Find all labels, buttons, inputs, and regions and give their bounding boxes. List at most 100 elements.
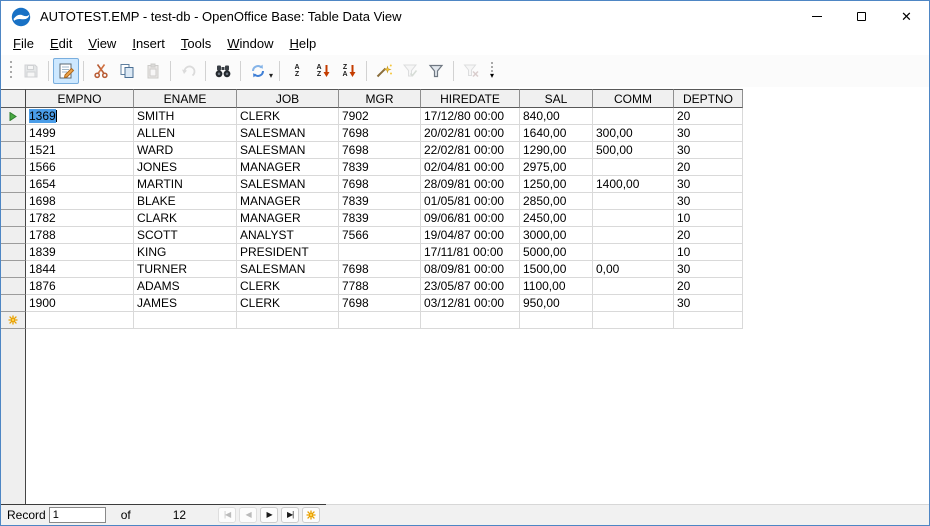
cell-hiredate[interactable]: 19/04/87 00:00 <box>421 227 520 244</box>
column-header-mgr[interactable]: MGR <box>339 89 421 108</box>
cell-deptno[interactable]: 10 <box>674 210 743 227</box>
cell-job[interactable]: PRESIDENT <box>237 244 339 261</box>
cell-mgr[interactable]: 7788 <box>339 278 421 295</box>
cell-comm[interactable]: 0,00 <box>593 261 674 278</box>
cell-sal[interactable]: 2850,00 <box>520 193 593 210</box>
cell-job[interactable]: MANAGER <box>237 193 339 210</box>
cell-sal[interactable]: 3000,00 <box>520 227 593 244</box>
cell-hiredate[interactable]: 20/02/81 00:00 <box>421 125 520 142</box>
cell-mgr[interactable]: 7566 <box>339 227 421 244</box>
cell-hiredate[interactable]: 03/12/81 00:00 <box>421 295 520 312</box>
menu-window[interactable]: Window <box>219 34 281 53</box>
empty-cell-deptno[interactable] <box>674 312 743 329</box>
cell-job[interactable]: ANALYST <box>237 227 339 244</box>
row-header[interactable] <box>1 193 26 210</box>
menu-edit[interactable]: Edit <box>42 34 80 53</box>
cell-hiredate[interactable]: 23/05/87 00:00 <box>421 278 520 295</box>
select-all-corner[interactable] <box>1 89 26 108</box>
cell-sal[interactable]: 840,00 <box>520 108 593 125</box>
auto-filter-button[interactable] <box>371 58 397 84</box>
cell-comm[interactable] <box>593 193 674 210</box>
column-header-empno[interactable]: EMPNO <box>26 89 134 108</box>
cell-ename[interactable]: KING <box>134 244 237 261</box>
cell-hiredate[interactable]: 09/06/81 00:00 <box>421 210 520 227</box>
cell-deptno[interactable]: 30 <box>674 125 743 142</box>
cell-sal[interactable]: 1500,00 <box>520 261 593 278</box>
cell-ename[interactable]: CLARK <box>134 210 237 227</box>
cell-job[interactable]: SALESMAN <box>237 125 339 142</box>
cell-job[interactable]: CLERK <box>237 295 339 312</box>
cell-deptno[interactable]: 30 <box>674 295 743 312</box>
empty-cell-empno[interactable] <box>26 312 134 329</box>
cell-mgr[interactable]: 7698 <box>339 125 421 142</box>
sort-button[interactable]: AZ <box>284 58 310 84</box>
cell-sal[interactable]: 5000,00 <box>520 244 593 261</box>
cell-deptno[interactable]: 20 <box>674 278 743 295</box>
cell-job[interactable]: MANAGER <box>237 159 339 176</box>
cell-hiredate[interactable]: 22/02/81 00:00 <box>421 142 520 159</box>
maximize-button[interactable] <box>839 1 884 32</box>
cell-comm[interactable] <box>593 108 674 125</box>
cell-job[interactable]: SALESMAN <box>237 142 339 159</box>
row-header[interactable] <box>1 142 26 159</box>
column-header-comm[interactable]: COMM <box>593 89 674 108</box>
cell-ename[interactable]: MARTIN <box>134 176 237 193</box>
last-record-button[interactable]: ▶| <box>281 507 300 523</box>
toolbar-grip-handle[interactable] <box>7 61 14 81</box>
cell-hiredate[interactable]: 17/12/80 00:00 <box>421 108 520 125</box>
new-record-row-header[interactable] <box>1 312 26 329</box>
cut-button[interactable] <box>88 58 114 84</box>
empty-cell-ename[interactable] <box>134 312 237 329</box>
cell-ename[interactable]: SMITH <box>134 108 237 125</box>
cell-empno[interactable]: 1782 <box>26 210 134 227</box>
cell-ename[interactable]: WARD <box>134 142 237 159</box>
cell-sal[interactable]: 2975,00 <box>520 159 593 176</box>
menu-insert[interactable]: Insert <box>124 34 173 53</box>
cell-ename[interactable]: JONES <box>134 159 237 176</box>
edit-data-button[interactable] <box>53 58 79 84</box>
row-header[interactable] <box>1 244 26 261</box>
menu-help[interactable]: Help <box>281 34 324 53</box>
row-header[interactable] <box>1 227 26 244</box>
cell-comm[interactable] <box>593 210 674 227</box>
record-number-input[interactable]: 1 <box>48 507 106 523</box>
row-header[interactable] <box>1 261 26 278</box>
cell-mgr[interactable]: 7839 <box>339 193 421 210</box>
find-record-button[interactable] <box>210 58 236 84</box>
cell-empno[interactable]: 1698 <box>26 193 134 210</box>
cell-sal[interactable]: 1250,00 <box>520 176 593 193</box>
cell-deptno[interactable]: 30 <box>674 142 743 159</box>
cell-sal[interactable]: 1290,00 <box>520 142 593 159</box>
cell-hiredate[interactable]: 01/05/81 00:00 <box>421 193 520 210</box>
cell-hiredate[interactable]: 17/11/81 00:00 <box>421 244 520 261</box>
cell-deptno[interactable]: 30 <box>674 176 743 193</box>
cell-deptno[interactable]: 30 <box>674 193 743 210</box>
cell-job[interactable]: SALESMAN <box>237 261 339 278</box>
cell-empno[interactable]: 1654 <box>26 176 134 193</box>
cell-ename[interactable]: JAMES <box>134 295 237 312</box>
cell-empno[interactable]: 1900 <box>26 295 134 312</box>
sort-ascending-button[interactable]: AZ <box>310 58 336 84</box>
row-header[interactable] <box>1 210 26 227</box>
cell-sal[interactable]: 950,00 <box>520 295 593 312</box>
current-row-marker[interactable] <box>1 108 26 125</box>
cell-hiredate[interactable]: 02/04/81 00:00 <box>421 159 520 176</box>
minimize-button[interactable] <box>794 1 839 32</box>
empty-cell-sal[interactable] <box>520 312 593 329</box>
cell-comm[interactable] <box>593 244 674 261</box>
cell-comm[interactable] <box>593 159 674 176</box>
copy-button[interactable] <box>114 58 140 84</box>
next-record-button[interactable]: ▶ <box>260 507 279 523</box>
cell-empno[interactable]: 1844 <box>26 261 134 278</box>
cell-mgr[interactable]: 7839 <box>339 159 421 176</box>
cell-mgr[interactable]: 7698 <box>339 295 421 312</box>
cell-deptno[interactable]: 20 <box>674 108 743 125</box>
cell-empno[interactable]: 1369 <box>26 108 134 125</box>
cell-mgr[interactable]: 7698 <box>339 261 421 278</box>
cell-mgr[interactable]: 7698 <box>339 142 421 159</box>
cell-sal[interactable]: 1640,00 <box>520 125 593 142</box>
empty-cell-comm[interactable] <box>593 312 674 329</box>
cell-ename[interactable]: BLAKE <box>134 193 237 210</box>
cell-comm[interactable]: 300,00 <box>593 125 674 142</box>
empty-cell-job[interactable] <box>237 312 339 329</box>
